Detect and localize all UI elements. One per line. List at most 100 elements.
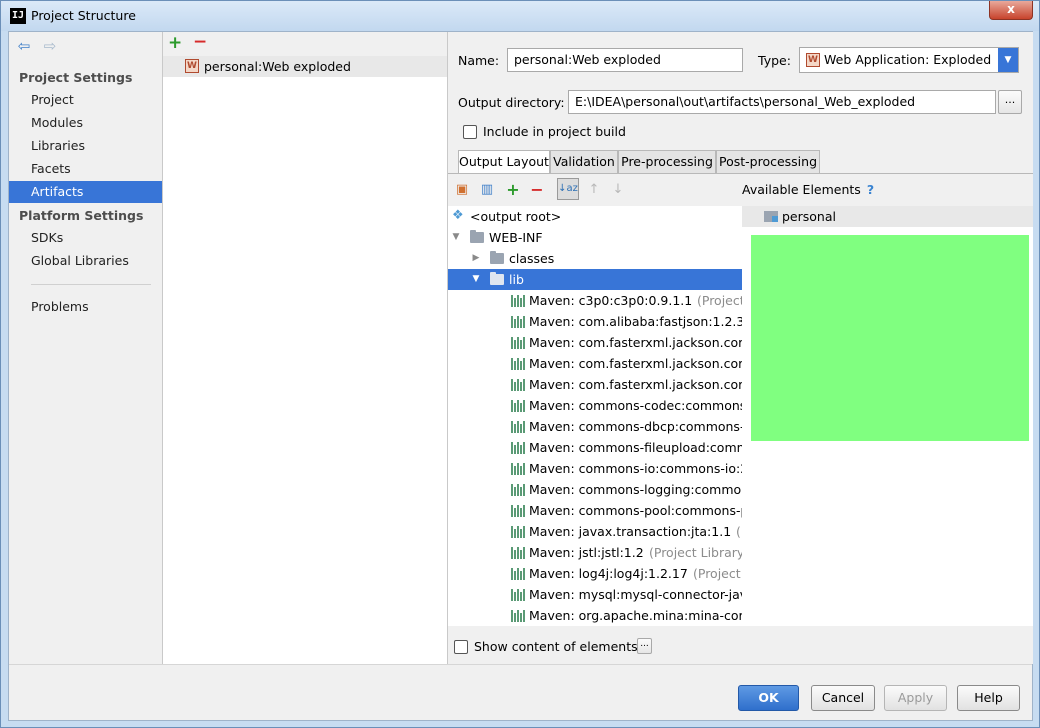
library-name: Maven: com.fasterxml.jackson.core:ja	[529, 335, 742, 350]
library-name: Maven: commons-io:commons-io:2.2	[529, 461, 742, 476]
show-content-checkbox[interactable]	[454, 640, 468, 654]
forward-arrow-icon[interactable]: ⇨	[41, 37, 59, 55]
title-bar: IJ Project Structure x	[1, 1, 1039, 31]
available-item-label: personal	[782, 209, 836, 224]
remove-element-icon[interactable]: −	[529, 182, 545, 198]
tree-row-library[interactable]: Maven: commons-dbcp:commons-d	[448, 416, 742, 437]
ok-button[interactable]: OK	[738, 685, 799, 711]
tree-label: lib	[509, 272, 524, 287]
tab-validation[interactable]: Validation	[550, 150, 618, 174]
available-elements-tree: personal	[742, 206, 1033, 626]
move-up-icon[interactable]: ↑	[586, 182, 602, 198]
artifact-list-item[interactable]: W personal:Web exploded	[163, 56, 447, 77]
tab-post-processing[interactable]: Post-processing	[716, 150, 820, 174]
library-name: Maven: jstl:jstl:1.2	[529, 545, 644, 560]
artifact-label: personal:Web exploded	[204, 59, 351, 74]
project-structure-window: IJ Project Structure x ⇦ ⇨ Project Settin…	[0, 0, 1040, 728]
help-icon[interactable]: ?	[867, 182, 874, 197]
library-icon	[511, 505, 525, 517]
library-icon	[511, 442, 525, 454]
sidebar-item-modules[interactable]: Modules	[9, 112, 162, 134]
library-icon	[511, 568, 525, 580]
move-down-icon[interactable]: ↓	[610, 182, 626, 198]
help-button[interactable]: Help	[957, 685, 1020, 711]
tree-row-classes[interactable]: ▶ classes	[448, 248, 742, 269]
tab-output-layout[interactable]: Output Layout	[458, 150, 550, 175]
tree-row-library[interactable]: Maven: commons-io:commons-io:2.2	[448, 458, 742, 479]
sidebar-item-project[interactable]: Project	[9, 89, 162, 111]
tree-row-library[interactable]: Maven: com.alibaba:fastjson:1.2.32(	[448, 311, 742, 332]
tree-row-output-root[interactable]: ❖ <output root>	[448, 206, 742, 227]
project-settings-header: Project Settings	[19, 70, 133, 85]
add-element-icon[interactable]: +	[505, 182, 521, 198]
browse-output-button[interactable]: ...	[998, 90, 1022, 114]
library-suffix: (Project Library)	[649, 545, 742, 560]
dialog-content: ⇦ ⇨ Project Settings Project Modules Libr…	[8, 31, 1033, 721]
intellij-app-icon: IJ	[10, 8, 26, 24]
back-arrow-icon[interactable]: ⇦	[15, 37, 33, 55]
folder-icon	[490, 272, 504, 285]
library-name: Maven: mysql:mysql-connector-java:	[529, 587, 742, 602]
tree-row-library[interactable]: Maven: commons-codec:commons-c	[448, 395, 742, 416]
tree-row-lib[interactable]: ▼ lib	[448, 269, 742, 290]
tree-row-library[interactable]: Maven: com.fasterxml.jackson.core:ja	[448, 353, 742, 374]
output-directory-field[interactable]: E:\IDEA\personal\out\artifacts\personal_…	[568, 90, 996, 114]
library-name: Maven: log4j:log4j:1.2.17	[529, 566, 688, 581]
library-icon	[511, 316, 525, 328]
library-name: Maven: commons-fileupload:commo	[529, 440, 742, 455]
sort-elements-icon[interactable]: ↓az	[557, 178, 579, 200]
create-directory-icon[interactable]: ▣	[454, 182, 470, 198]
dialog-footer: OK Cancel Apply Help	[9, 664, 1032, 720]
sidebar-item-libraries[interactable]: Libraries	[9, 135, 162, 157]
sidebar-item-facets[interactable]: Facets	[9, 158, 162, 180]
folder-icon	[470, 230, 484, 243]
folder-icon	[490, 251, 504, 264]
close-window-button[interactable]: x	[989, 1, 1033, 20]
type-select[interactable]: W Web Application: Exploded ▼	[799, 47, 1019, 73]
apply-button[interactable]: Apply	[884, 685, 947, 711]
tree-row-library[interactable]: Maven: commons-pool:commons-po	[448, 500, 742, 521]
type-select-value: Web Application: Exploded	[824, 52, 992, 67]
module-icon	[764, 211, 778, 222]
highlight-area	[751, 235, 1029, 441]
add-artifact-icon[interactable]: +	[168, 33, 182, 53]
tree-row-library[interactable]: Maven: jstl:jstl:1.2 (Project Library)	[448, 542, 742, 563]
tree-row-library[interactable]: Maven: com.fasterxml.jackson.core:ja	[448, 374, 742, 395]
tree-row-library[interactable]: Maven: commons-logging:commons	[448, 479, 742, 500]
include-in-build-label: Include in project build	[483, 124, 626, 139]
include-in-build-checkbox[interactable]	[463, 125, 477, 139]
library-suffix: (Project Lib	[697, 293, 742, 308]
tree-row-library[interactable]: Maven: c3p0:c3p0:0.9.1.1 (Project Lib	[448, 290, 742, 311]
collapse-arrow-icon[interactable]: ▼	[470, 269, 482, 290]
library-name: Maven: c3p0:c3p0:0.9.1.1	[529, 293, 693, 308]
sidebar-item-artifacts[interactable]: Artifacts	[9, 181, 162, 203]
name-field[interactable]: personal:Web exploded	[507, 48, 743, 72]
collapse-arrow-icon[interactable]: ▼	[450, 227, 462, 248]
library-icon	[511, 337, 525, 349]
tree-row-library[interactable]: Maven: org.apache.mina:mina-core:2	[448, 605, 742, 626]
type-label: Type:	[758, 53, 791, 68]
available-item-personal[interactable]: personal	[742, 206, 1033, 227]
tree-row-library[interactable]: Maven: com.fasterxml.jackson.core:ja	[448, 332, 742, 353]
tree-row-library[interactable]: Maven: log4j:log4j:1.2.17 (Project Lib	[448, 563, 742, 584]
tree-label: classes	[509, 251, 555, 266]
archive-icon[interactable]: ▥	[479, 182, 495, 198]
tree-row-library[interactable]: Maven: commons-fileupload:commo	[448, 437, 742, 458]
show-content-options-button[interactable]: ...	[637, 638, 652, 654]
tree-row-library[interactable]: Maven: javax.transaction:jta:1.1(Proj	[448, 521, 742, 542]
cancel-button[interactable]: Cancel	[811, 685, 875, 711]
tab-pre-processing[interactable]: Pre-processing	[618, 150, 716, 174]
sidebar-item-global-libraries[interactable]: Global Libraries	[9, 250, 162, 272]
tree-row-library[interactable]: Maven: mysql:mysql-connector-java:	[448, 584, 742, 605]
library-icon	[511, 379, 525, 391]
artifact-list-toolbar: + −	[163, 32, 447, 56]
sidebar-item-sdks[interactable]: SDKs	[9, 227, 162, 249]
available-elements-title: Available Elements	[742, 182, 861, 197]
tree-row-web-inf[interactable]: ▼ WEB-INF	[448, 227, 742, 248]
remove-artifact-icon[interactable]: −	[193, 32, 207, 52]
layout-toolbar: ▣ ▥ + − ↓az ↑ ↓	[448, 174, 742, 206]
sidebar-item-problems[interactable]: Problems	[9, 296, 162, 318]
chevron-down-icon[interactable]: ▼	[998, 48, 1018, 72]
library-name: Maven: commons-pool:commons-po	[529, 503, 742, 518]
expand-arrow-icon[interactable]: ▶	[470, 248, 482, 269]
